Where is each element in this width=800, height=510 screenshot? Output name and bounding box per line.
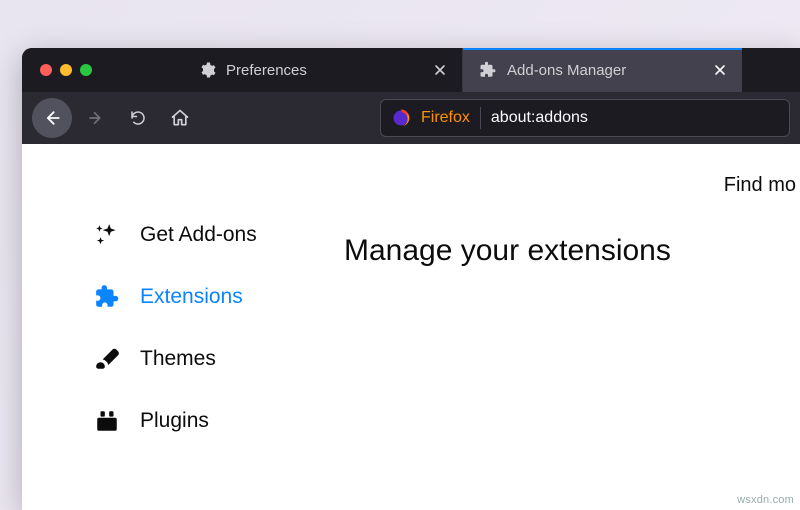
- zoom-window-button[interactable]: [80, 64, 92, 76]
- close-tab-icon[interactable]: [430, 60, 450, 80]
- firefox-logo-icon: [391, 108, 411, 128]
- puzzle-piece-icon: [92, 284, 122, 310]
- puzzle-piece-icon: [479, 61, 497, 79]
- back-button[interactable]: [32, 98, 72, 138]
- browser-window: Preferences Add-ons Manager: [22, 48, 800, 510]
- plugin-block-icon: [92, 408, 122, 434]
- tab-label: Preferences: [226, 62, 420, 79]
- gear-icon: [198, 61, 216, 79]
- sidebar-item-label: Themes: [140, 347, 216, 371]
- find-more-addons-link[interactable]: Find mo: [724, 174, 800, 197]
- minimize-window-button[interactable]: [60, 64, 72, 76]
- tab-addons-manager[interactable]: Add-ons Manager: [462, 48, 742, 92]
- close-tab-icon[interactable]: [710, 60, 730, 80]
- identity-label: Firefox: [421, 109, 470, 127]
- tab-label: Add-ons Manager: [507, 62, 700, 79]
- watermark: wsxdn.com: [737, 494, 794, 506]
- sidebar-item-themes[interactable]: Themes: [92, 328, 344, 390]
- sidebar: Get Add-ons Extensions Themes: [22, 144, 344, 510]
- titlebar: Preferences Add-ons Manager: [22, 48, 800, 92]
- home-button[interactable]: [162, 100, 198, 136]
- sidebar-item-label: Get Add-ons: [140, 223, 257, 247]
- main-panel: Find mo Manage your extensions: [344, 144, 800, 510]
- sparkle-icon: [92, 222, 122, 248]
- sidebar-item-extensions[interactable]: Extensions: [92, 266, 344, 328]
- page-heading: Manage your extensions: [344, 234, 800, 268]
- url-address: about:addons: [491, 109, 588, 127]
- window-controls: [22, 48, 182, 92]
- sidebar-item-label: Plugins: [140, 409, 209, 433]
- tab-preferences[interactable]: Preferences: [182, 48, 462, 92]
- content-area: Get Add-ons Extensions Themes: [22, 144, 800, 510]
- sidebar-item-get-addons[interactable]: Get Add-ons: [92, 204, 344, 266]
- url-bar[interactable]: Firefox about:addons: [380, 99, 790, 137]
- urlbar-separator: [480, 107, 481, 129]
- paintbrush-icon: [92, 346, 122, 372]
- tab-strip: Preferences Add-ons Manager: [182, 48, 800, 92]
- nav-toolbar: Firefox about:addons: [22, 92, 800, 144]
- close-window-button[interactable]: [40, 64, 52, 76]
- reload-button[interactable]: [120, 100, 156, 136]
- sidebar-item-label: Extensions: [140, 285, 243, 309]
- sidebar-item-plugins[interactable]: Plugins: [92, 390, 344, 452]
- forward-button[interactable]: [78, 100, 114, 136]
